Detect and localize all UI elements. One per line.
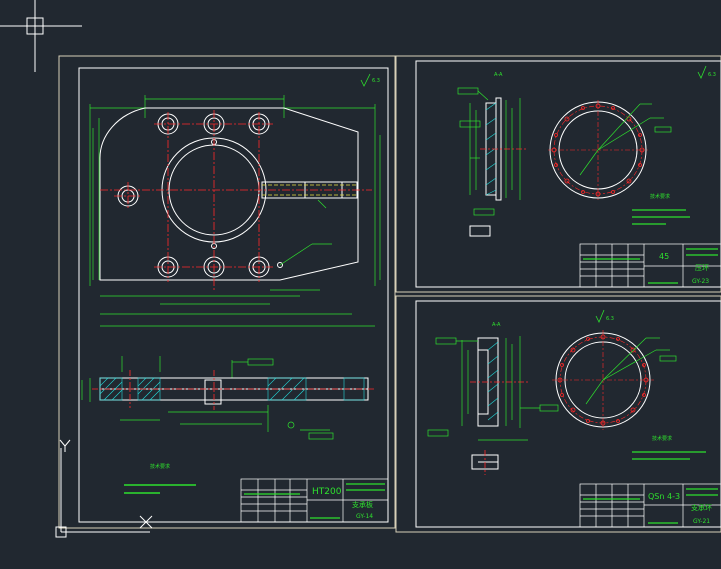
sheet-top-right-inner-frame: [415, 60, 721, 288]
support-plate-top-view: [99, 107, 359, 281]
support-ring-section-view: [471, 337, 499, 470]
sheet-left[interactable]: 6.3 技术要求 HT200 支承板 GY-14: [58, 55, 396, 529]
sheet-left-material: HT200: [312, 487, 342, 497]
sheet-top-right[interactable]: A-A 6.3 技术要求 45 压环 GY-23: [395, 55, 721, 293]
sheet-top-right-material: 45: [659, 252, 669, 261]
roughness-symbol-icon: [697, 65, 707, 79]
support-ring-section-hatching: [487, 341, 499, 421]
press-ring-leaders: [579, 103, 672, 176]
sheet-bottom-right-part-name: 支承环: [691, 503, 712, 512]
top-view-dimensions: [89, 95, 381, 327]
sheet-left-inner-frame: [78, 67, 389, 523]
sheet-bottom-right-roughness: 6.3: [606, 316, 614, 322]
sheet-left-roughness: 6.3: [372, 78, 380, 84]
crosshair-cursor-icon: [0, 0, 82, 72]
press-ring-section-dims: [457, 87, 521, 216]
sheet-left-outer-frame: [58, 55, 396, 529]
top-view-centerlines: [100, 110, 372, 290]
top-view-leaders: [279, 199, 332, 266]
sheet-bottom-right[interactable]: A-A 6.3 技术要求 QSn 4-3 支承环 GY-21: [395, 295, 721, 533]
sheet-top-right-notes-title: 技术要求: [650, 193, 670, 200]
support-ring-section-centerline: [470, 381, 528, 475]
section-view-leaders: [81, 356, 334, 440]
sheet-top-right-section-label: A-A: [494, 72, 503, 78]
sheet-top-right-drawing-no: GY-23: [692, 278, 709, 285]
cad-canvas[interactable]: 6.3 技术要求 HT200 支承板 GY-14 A-A 6.3 技术要求 45…: [0, 0, 721, 565]
section-centerlines: [92, 370, 375, 410]
sheet-bottom-right-notes-title: 技术要求: [652, 435, 672, 442]
sheet-top-right-part-name: 压环: [695, 264, 709, 272]
sheet-bottom-right-material: QSn 4-3: [648, 492, 680, 501]
sheet-top-right-roughness: 6.3: [708, 72, 716, 78]
support-ring-leaders: [585, 337, 677, 405]
sheet-left-part-name: 支承板: [352, 500, 373, 509]
sheet-top-right-notes-text: [632, 209, 690, 225]
roughness-symbol-icon: [595, 309, 605, 323]
sheet-top-right-outer-frame: [395, 55, 721, 293]
sheet-left-drawing-no: GY-14: [356, 513, 373, 520]
bolt-holes: [117, 113, 283, 278]
sheet-bottom-right-notes-text: [632, 451, 706, 460]
roughness-symbol-icon: [360, 73, 371, 87]
sheet-bottom-right-drawing-no: GY-21: [693, 518, 710, 525]
sheet-left-notes-title: 技术要求: [150, 463, 170, 470]
sheet-left-notes-text: [124, 484, 196, 494]
sheet-bottom-right-section-label: A-A: [492, 322, 501, 328]
